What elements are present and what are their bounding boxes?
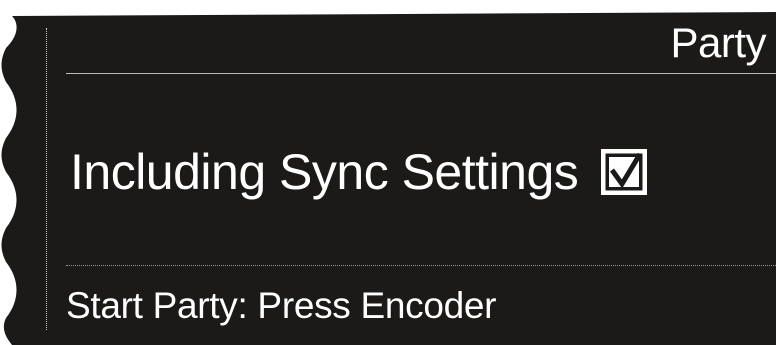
party-screen: Party Including Sync Settings Start Part…: [0, 0, 776, 345]
page-title: Party: [670, 19, 766, 66]
option-label: Including Sync Settings: [70, 144, 579, 200]
header-divider: [66, 73, 776, 74]
including-sync-settings-option[interactable]: Including Sync Settings: [70, 142, 760, 202]
start-party-hint: Start Party: Press Encoder: [66, 285, 497, 326]
footer-divider: [66, 265, 776, 266]
left-dotted-guide: [46, 28, 47, 330]
checked-checkbox-icon[interactable]: [600, 148, 648, 196]
